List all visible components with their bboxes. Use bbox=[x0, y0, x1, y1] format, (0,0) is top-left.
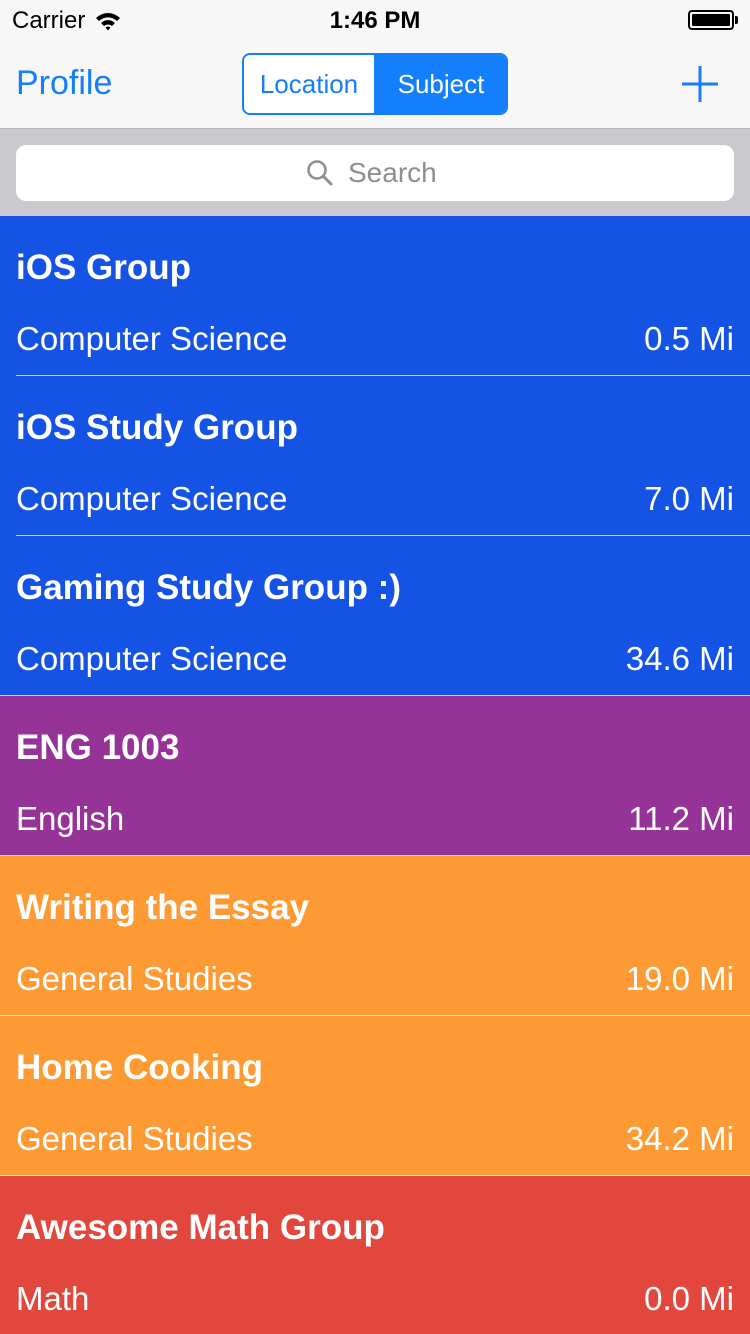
status-time: 1:46 PM bbox=[329, 7, 421, 34]
group-subject: Computer Science bbox=[16, 640, 288, 677]
status-bar: Carrier 1:46 PM bbox=[0, 0, 750, 40]
group-distance: 7.0 Mi bbox=[644, 480, 734, 517]
group-title: ENG 1003 bbox=[16, 728, 180, 767]
plus-icon bbox=[682, 66, 718, 102]
group-row-eng-1003[interactable]: ENG 1003 English 11.2 Mi bbox=[0, 696, 750, 856]
group-title: Gaming Study Group :) bbox=[16, 568, 401, 607]
battery-icon bbox=[688, 10, 738, 30]
group-subject: General Studies bbox=[16, 960, 253, 997]
group-title: Writing the Essay bbox=[16, 888, 310, 927]
search-bar bbox=[0, 128, 750, 216]
group-row-gaming-study-group[interactable]: Gaming Study Group :) Computer Science 3… bbox=[0, 536, 750, 696]
profile-button[interactable]: Profile bbox=[16, 64, 112, 103]
add-group-button[interactable] bbox=[676, 60, 724, 108]
segmented-control: Location Subject bbox=[242, 53, 508, 115]
group-title: Awesome Math Group bbox=[16, 1208, 385, 1247]
group-distance: 34.2 Mi bbox=[625, 1120, 734, 1157]
magnifier-icon bbox=[307, 160, 333, 186]
group-row-awesome-math-group[interactable]: Awesome Math Group Math 0.0 Mi bbox=[0, 1176, 750, 1334]
group-title: Home Cooking bbox=[16, 1048, 263, 1087]
group-distance: 0.5 Mi bbox=[644, 320, 734, 357]
segment-subject[interactable]: Subject bbox=[374, 55, 506, 113]
group-row-home-cooking[interactable]: Home Cooking General Studies 34.2 Mi bbox=[0, 1016, 750, 1176]
group-subject: Computer Science bbox=[16, 320, 288, 357]
group-subject: Math bbox=[16, 1280, 90, 1317]
app-screen: Carrier 1:46 PM Profile Location Subject bbox=[0, 0, 750, 1334]
group-subject: General Studies bbox=[16, 1120, 253, 1157]
group-title: iOS Study Group bbox=[16, 408, 298, 447]
group-distance: 19.0 Mi bbox=[625, 960, 734, 997]
nav-bar: Profile Location Subject bbox=[0, 40, 750, 128]
search-field-container[interactable] bbox=[16, 145, 734, 201]
group-row-writing-the-essay[interactable]: Writing the Essay General Studies 19.0 M… bbox=[0, 856, 750, 1016]
group-subject: English bbox=[16, 800, 125, 837]
group-distance: 11.2 Mi bbox=[628, 800, 734, 837]
group-list: iOS Group Computer Science 0.5 Mi iOS St… bbox=[0, 216, 750, 1334]
group-row-ios-study-group[interactable]: iOS Study Group Computer Science 7.0 Mi bbox=[0, 376, 750, 536]
group-distance: 0.0 Mi bbox=[644, 1280, 734, 1317]
group-row-ios-group[interactable]: iOS Group Computer Science 0.5 Mi bbox=[0, 216, 750, 376]
segment-location[interactable]: Location bbox=[244, 55, 374, 113]
search-input[interactable] bbox=[348, 157, 444, 189]
group-title: iOS Group bbox=[16, 248, 191, 287]
group-distance: 34.6 Mi bbox=[625, 640, 734, 677]
group-subject: Computer Science bbox=[16, 480, 288, 517]
